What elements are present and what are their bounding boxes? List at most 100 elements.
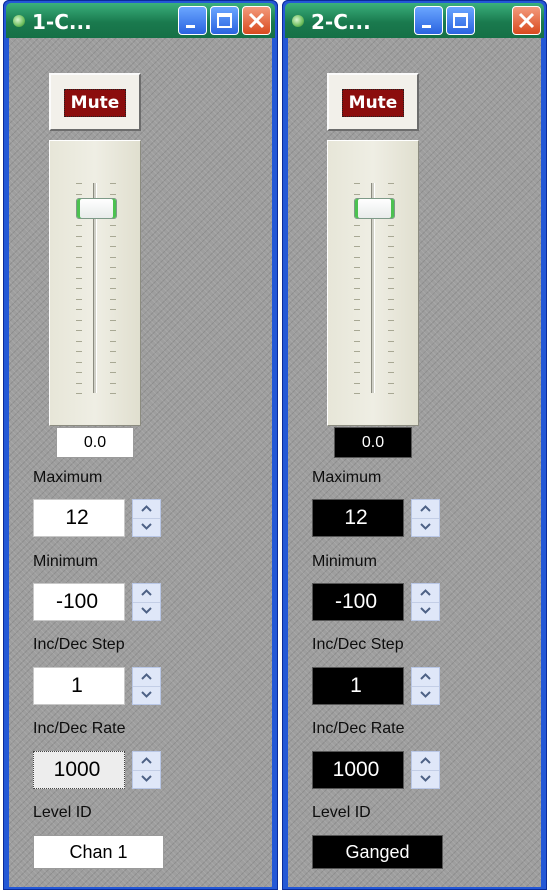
fader-tick [388,235,394,237]
fader-tick [110,256,116,258]
step-spinner[interactable] [411,667,440,705]
fader-tick [110,183,116,184]
fader-tick [354,382,360,384]
fader-tick [76,277,82,279]
mute-button[interactable]: Mute [49,73,141,131]
rate-input[interactable]: 1000 [312,751,404,789]
fader-tick [354,309,360,310]
maximize-button[interactable] [210,6,239,35]
minimum-label: Minimum [33,553,98,570]
title-bar[interactable]: 2-C... [285,3,544,38]
rate-down-button[interactable] [412,770,439,788]
level-id-field[interactable]: Chan 1 [33,835,164,869]
minimum-down-button[interactable] [133,602,160,620]
mute-label: Mute [64,89,126,117]
maximum-input[interactable]: 12 [33,499,125,537]
chevron-down-icon [420,691,431,698]
step-down-button[interactable] [133,686,160,704]
rate-input[interactable]: 1000 [33,751,125,789]
minimum-up-button[interactable] [412,584,439,603]
fader-thumb[interactable] [76,198,117,219]
minimize-button[interactable] [178,6,207,35]
rate-down-button[interactable] [133,770,160,788]
fader-tick [354,267,360,268]
fader-thumb[interactable] [354,198,395,219]
chevron-up-icon [420,757,431,764]
window-client: Mute 0.0 Maximum 12 Minimum -100 Inc/Dec… [288,38,541,887]
level-id-label: Level ID [33,804,92,821]
close-button[interactable] [242,6,271,35]
chevron-down-icon [420,607,431,614]
chevron-down-icon [420,523,431,530]
fader-tick [388,246,394,247]
fader-tick [354,319,360,321]
control-window-2: 2-C... Mute 0.0 Maximum 12 Minimum -100 … [282,0,547,890]
maximum-up-button[interactable] [133,500,160,519]
maximum-input[interactable]: 12 [312,499,404,537]
maximum-down-button[interactable] [133,518,160,536]
rate-up-button[interactable] [133,752,160,771]
chevron-up-icon [141,757,152,764]
rate-spinner[interactable] [411,751,440,789]
fader-tick [388,372,394,373]
minimum-down-button[interactable] [412,602,439,620]
fader-tick [354,193,360,195]
step-label: Inc/Dec Step [312,636,404,653]
level-id-field[interactable]: Ganged [312,835,443,869]
rate-label: Inc/Dec Rate [312,720,405,737]
fader-tick [76,319,82,321]
minimum-up-button[interactable] [133,584,160,603]
maximum-up-button[interactable] [412,500,439,519]
step-up-button[interactable] [133,668,160,687]
fader-tick [354,277,360,279]
fader-tick [110,351,116,352]
close-button[interactable] [512,6,541,35]
control-window-1: 1-C... Mute 0.0 Maximum 12 Minimum -100 … [3,0,278,890]
step-up-button[interactable] [412,668,439,687]
maximize-button[interactable] [446,6,475,35]
step-spinner[interactable] [132,667,161,705]
step-input[interactable]: 1 [312,667,404,705]
chevron-up-icon [420,505,431,512]
minimum-spinner[interactable] [411,583,440,621]
minimum-spinner[interactable] [132,583,161,621]
fader-tick [354,246,360,247]
minimum-input[interactable]: -100 [312,583,404,621]
step-down-button[interactable] [412,686,439,704]
fader-tick [110,372,116,373]
fader-tick [388,330,394,331]
fader-tick [388,382,394,384]
fader-tick [110,288,116,289]
step-input[interactable]: 1 [33,667,125,705]
minimum-input[interactable]: -100 [33,583,125,621]
step-label: Inc/Dec Step [33,636,125,653]
chevron-down-icon [420,775,431,782]
fader-tick [76,183,82,184]
fader-tick [110,340,116,342]
maximum-down-button[interactable] [412,518,439,536]
maximum-spinner[interactable] [411,499,440,537]
rate-up-button[interactable] [412,752,439,771]
fader-tick [76,225,82,226]
level-fader[interactable] [327,140,419,426]
control-panel-icon [13,15,25,27]
fader-tick [388,340,394,342]
fader-tick [354,288,360,289]
rate-spinner[interactable] [132,751,161,789]
fader-tick [388,193,394,195]
fader-tick [110,361,116,363]
level-fader[interactable] [49,140,141,426]
maximum-label: Maximum [312,469,382,486]
fader-tick [76,309,82,310]
rate-label: Inc/Dec Rate [33,720,126,737]
chevron-down-icon [141,691,152,698]
fader-tick [76,288,82,289]
fader-tick [110,330,116,331]
fader-value: 0.0 [56,427,134,458]
maximum-spinner[interactable] [132,499,161,537]
chevron-up-icon [420,589,431,596]
mute-button[interactable]: Mute [327,73,419,131]
fader-tick [388,288,394,289]
minimize-button[interactable] [414,6,443,35]
title-bar[interactable]: 1-C... [6,3,275,38]
